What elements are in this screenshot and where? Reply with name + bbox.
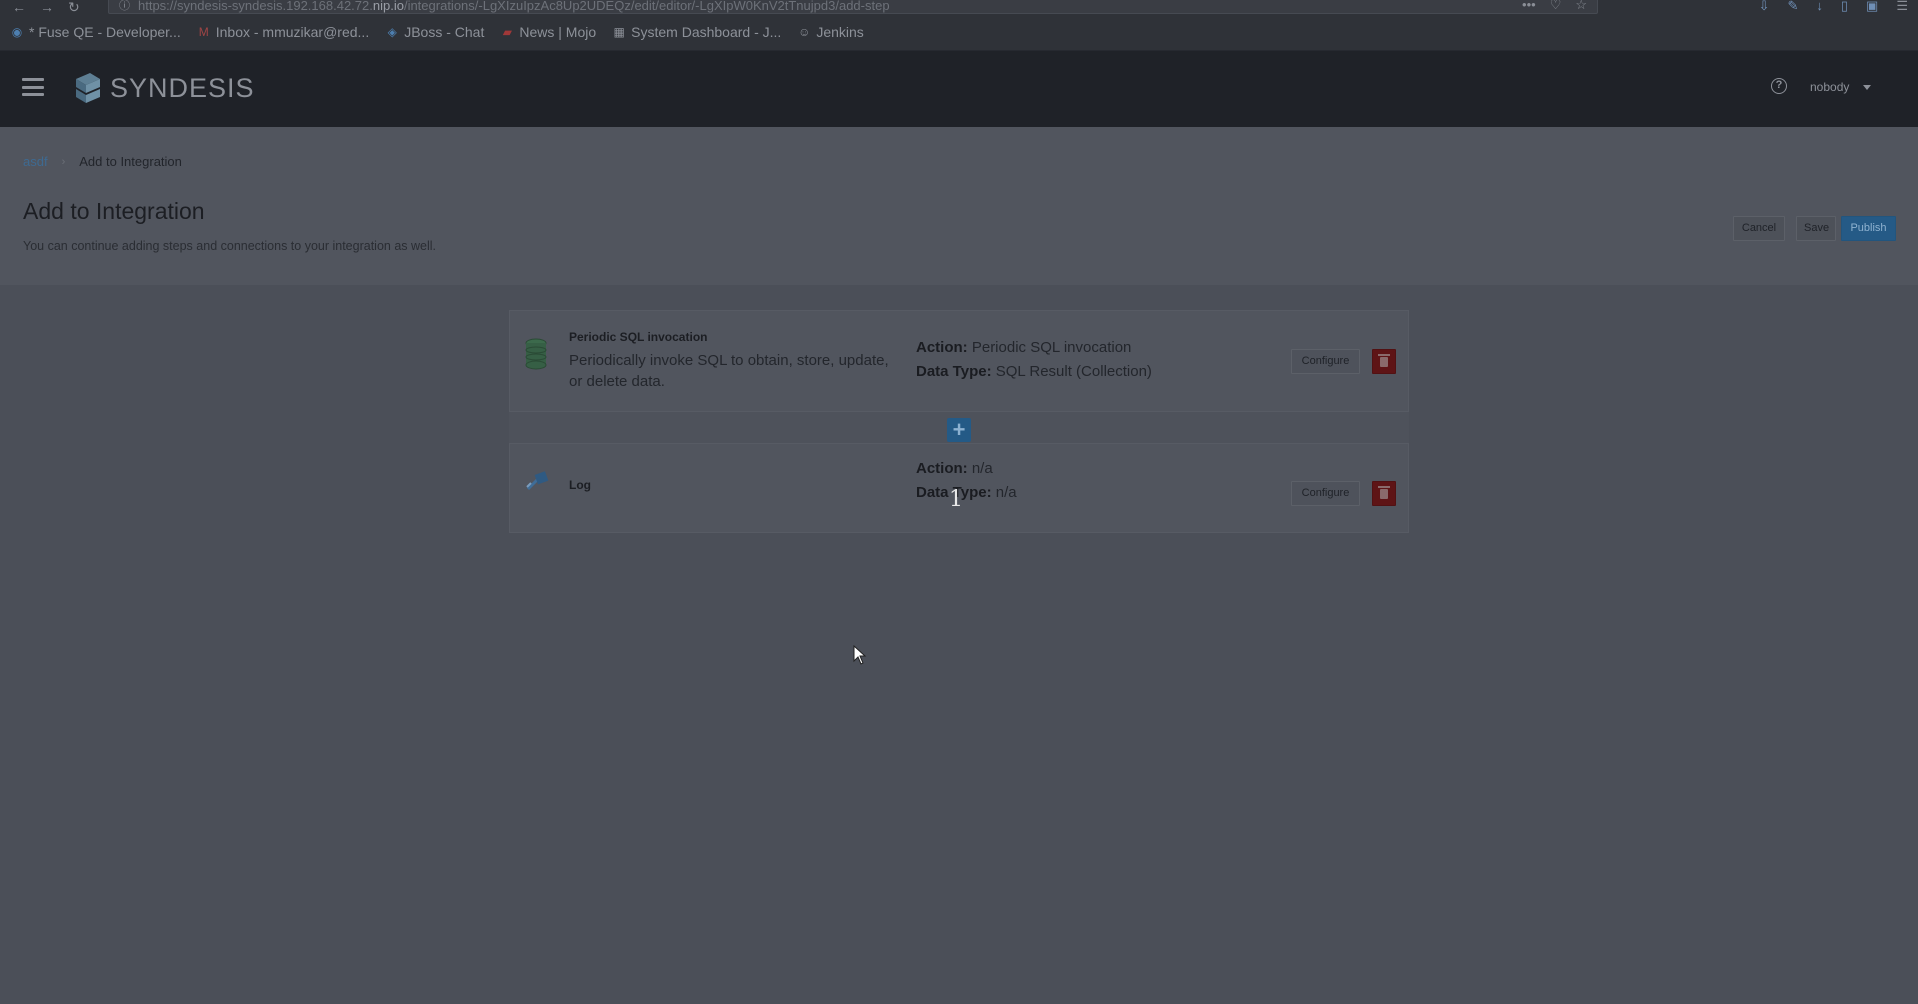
bookmark-mojo[interactable]: ▰ News | Mojo [500, 24, 596, 40]
action-value: Periodic SQL invocation [971, 339, 1132, 356]
trash-icon [1378, 485, 1390, 499]
bookmark-fuse[interactable]: ◉ * Fuse QE - Developer... [10, 24, 181, 40]
delete-button[interactable] [1372, 349, 1396, 374]
publish-button[interactable]: Publish [1841, 216, 1896, 241]
syndesis-logo-icon [76, 73, 100, 103]
bookmark-label: JBoss - Chat [404, 24, 485, 40]
sidebar-icon[interactable]: ▯ [1841, 0, 1848, 14]
gmail-icon: M [198, 25, 209, 39]
bookmark-gmail[interactable]: M Inbox - mmuzikar@red... [197, 24, 369, 40]
datatype-label: Data Type: [916, 363, 992, 380]
bookmark-label: System Dashboard - J... [631, 24, 782, 40]
bookmark-label: Jenkins [816, 24, 864, 40]
datatype-value: SQL Result (Collection) [995, 363, 1152, 380]
info-icon[interactable]: ⓘ [119, 0, 130, 13]
breadcrumb-current: Add to Integration [79, 154, 182, 169]
extension-icon[interactable]: ▣ [1866, 0, 1878, 14]
bookmark-jboss[interactable]: ◈ JBoss - Chat [385, 24, 485, 40]
save-button[interactable]: Save [1796, 216, 1836, 241]
database-icon [525, 338, 547, 370]
mojo-icon: ▰ [502, 25, 512, 39]
configure-button[interactable]: Configure [1291, 481, 1360, 506]
user-name: nobody [1810, 80, 1850, 94]
jenkins-icon: ☺ [798, 25, 811, 39]
page-header: asdf › Add to Integration Add to Integra… [0, 127, 1918, 285]
configure-button[interactable]: Configure [1291, 349, 1360, 374]
integration-editor: Periodic SQL invocation Periodically inv… [0, 285, 1918, 1004]
brand-name: SYNDESIS [110, 72, 255, 103]
menu-icon[interactable]: ☰ [1896, 0, 1908, 14]
tools-icon[interactable]: ✎ [1787, 0, 1798, 14]
page-subtitle: You can continue adding steps and connec… [23, 239, 437, 253]
chevron-right-icon: › [61, 155, 66, 168]
address-bar[interactable]: ⓘ https://syndesis-syndesis.192.168.42.7… [108, 0, 1598, 14]
datatype-value: n/a [995, 484, 1017, 501]
more-icon[interactable]: ••• [1522, 0, 1536, 13]
step-name: Log [569, 478, 591, 492]
step-description: Periodically invoke SQL to obtain, store… [569, 352, 889, 390]
browser-extensions: ⇩ ✎ ↓ ▯ ▣ ☰ [1759, 0, 1908, 14]
pocket-icon[interactable]: ♡ [1550, 0, 1562, 13]
bookmark-label: News | Mojo [519, 24, 597, 40]
mouse-pointer-icon [853, 645, 867, 665]
dashboard-icon: ▦ [613, 25, 625, 39]
url-text: https://syndesis-syndesis.192.168.42.72.… [138, 0, 890, 13]
browser-toolbar: ← → ↻ ⓘ https://syndesis-syndesis.192.16… [0, 0, 1918, 15]
bookmark-label: * Fuse QE - Developer... [29, 24, 181, 40]
hamburger-menu-icon[interactable] [22, 78, 44, 96]
step-meta: Action: Periodic SQL invocation Data Typ… [916, 336, 1152, 384]
log-icon [526, 471, 549, 491]
add-step-button[interactable]: + [947, 418, 971, 442]
trash-icon [1378, 353, 1390, 367]
action-value: n/a [971, 460, 993, 477]
url-actions: ••• ♡ ☆ [1522, 0, 1587, 13]
breadcrumb-parent-link[interactable]: asdf [23, 154, 48, 169]
bookmarks-bar: ◉ * Fuse QE - Developer... M Inbox - mmu… [0, 14, 1918, 51]
page-title: Add to Integration [23, 198, 205, 224]
app-header: SYNDESIS ? nobody [0, 51, 1918, 127]
bookmark-dashboard[interactable]: ▦ System Dashboard - J... [612, 24, 781, 40]
breadcrumb: asdf › Add to Integration [23, 154, 182, 169]
bookmark-label: Inbox - mmuzikar@red... [215, 24, 370, 40]
bookmark-jenkins[interactable]: ☺ Jenkins [797, 24, 864, 40]
action-label: Action: [916, 460, 968, 477]
jboss-icon: ◈ [387, 25, 397, 39]
syndesis-logo[interactable]: SYNDESIS [72, 71, 255, 105]
user-menu[interactable]: nobody [1810, 80, 1872, 94]
library-icon[interactable]: ⇩ [1759, 0, 1770, 14]
caret-down-icon [1863, 84, 1872, 90]
star-icon[interactable]: ☆ [1575, 0, 1587, 13]
help-icon[interactable]: ? [1771, 78, 1787, 94]
download-icon[interactable]: ↓ [1816, 0, 1823, 14]
delete-button[interactable] [1372, 481, 1396, 506]
step-meta: Action: n/a Data Type: n/a [916, 457, 1017, 505]
step-name: Periodic SQL invocation [569, 330, 708, 344]
text-cursor: 1 [949, 487, 963, 512]
step-card-periodic-sql: Periodic SQL invocation Periodically inv… [509, 310, 1409, 412]
fuse-icon: ◉ [11, 25, 23, 39]
cancel-button[interactable]: Cancel [1733, 216, 1785, 241]
action-label: Action: [916, 339, 968, 356]
